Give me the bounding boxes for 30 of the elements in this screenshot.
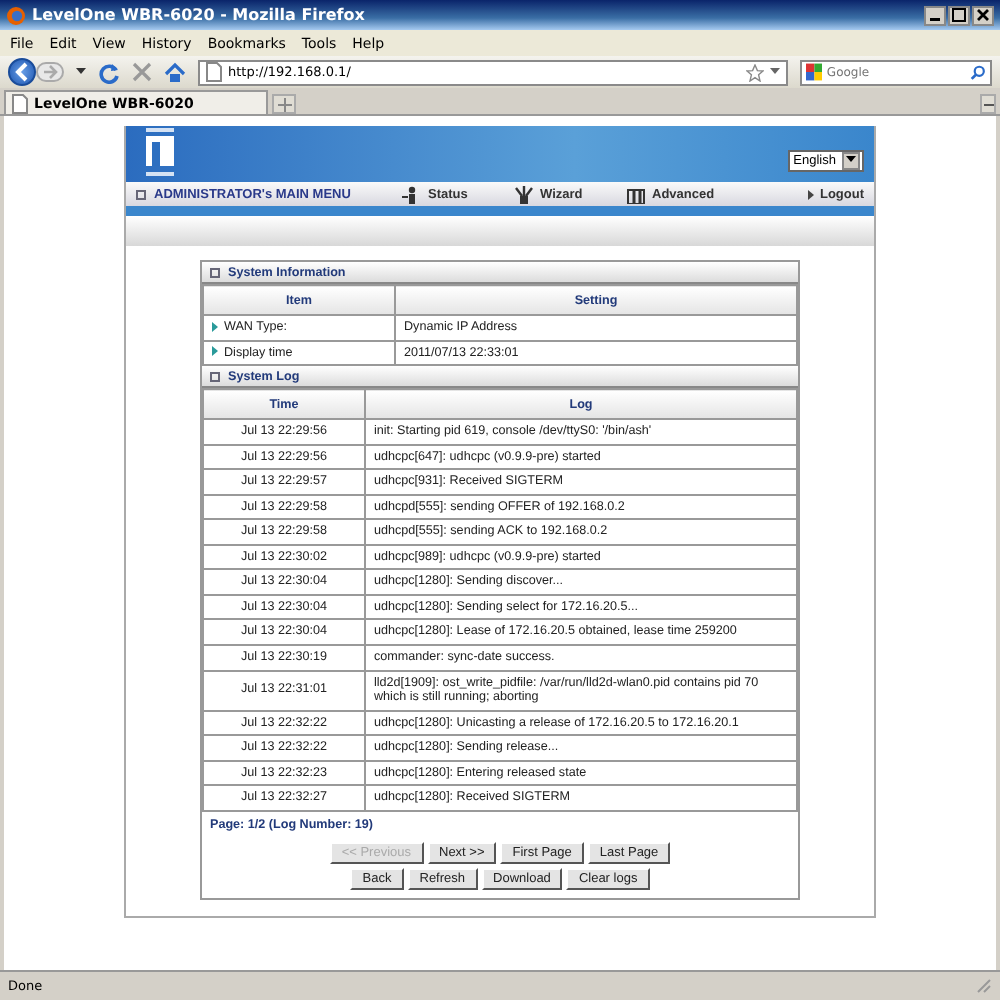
dropdown-caret-icon bbox=[846, 156, 856, 164]
bullet-icon bbox=[807, 189, 814, 199]
resize-grip-icon bbox=[976, 978, 992, 994]
close-button[interactable] bbox=[972, 5, 994, 25]
minimize-button[interactable] bbox=[924, 5, 946, 25]
home-icon bbox=[164, 61, 186, 83]
star-icon bbox=[746, 63, 764, 81]
plus-icon bbox=[277, 97, 291, 111]
square-icon bbox=[210, 371, 220, 382]
window-title: LevelOne WBR-6020 - Mozilla Firefox bbox=[32, 6, 367, 24]
close-icon bbox=[974, 6, 992, 24]
reload-icon bbox=[98, 61, 120, 83]
bullet-icon bbox=[212, 346, 218, 357]
maximize-icon bbox=[950, 6, 968, 24]
square-icon bbox=[136, 189, 146, 199]
bullet-icon bbox=[212, 321, 218, 332]
page-icon bbox=[206, 62, 222, 82]
logo-icon bbox=[146, 128, 174, 180]
forward-arrow-icon bbox=[42, 64, 58, 80]
tab-list-button[interactable] bbox=[980, 94, 996, 114]
square-icon bbox=[210, 267, 220, 277]
search-engine-icon bbox=[806, 62, 823, 82]
search-icon bbox=[970, 63, 986, 81]
dropdown-caret-icon bbox=[770, 68, 780, 76]
new-tab-button[interactable] bbox=[272, 94, 296, 114]
back-button[interactable] bbox=[8, 58, 36, 86]
minus-icon bbox=[983, 101, 993, 107]
stop-icon bbox=[132, 62, 152, 82]
dropdown-caret-icon bbox=[76, 68, 86, 76]
maximize-button[interactable] bbox=[948, 5, 970, 25]
